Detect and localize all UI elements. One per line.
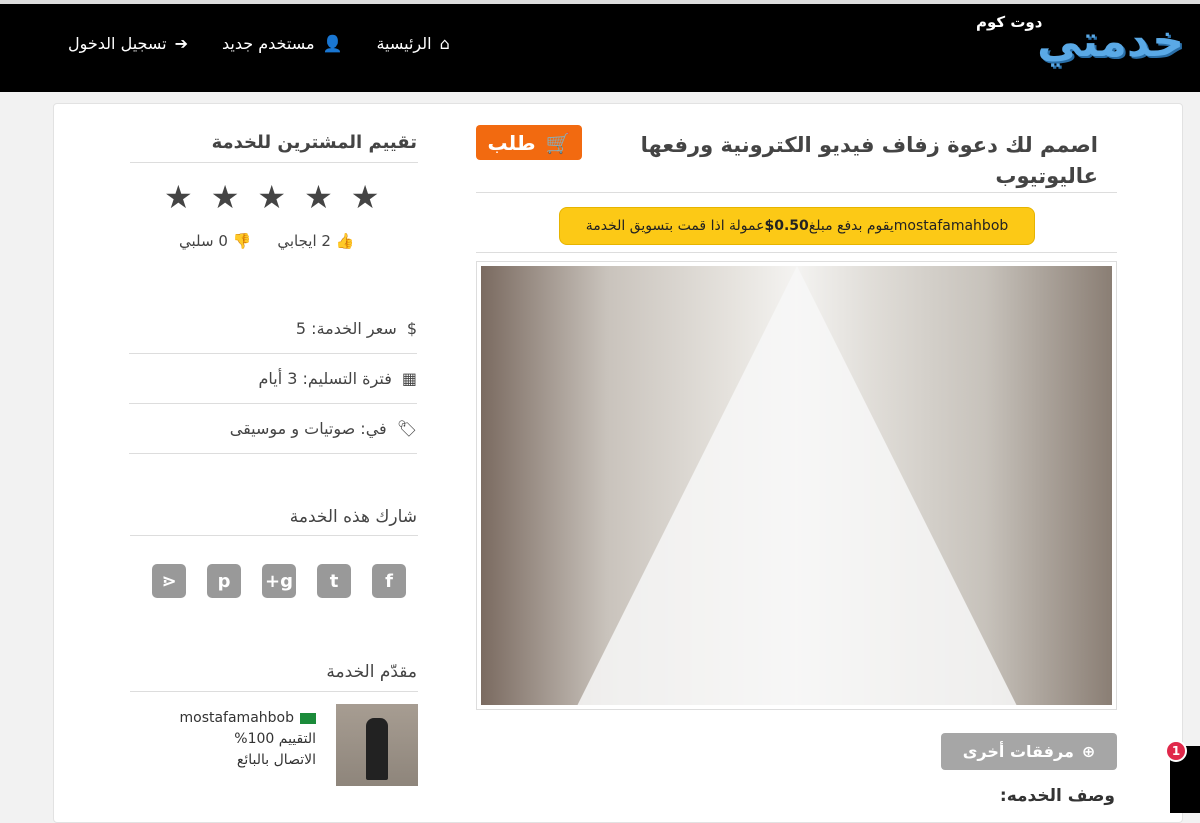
seller-name[interactable]: mostafamahbob (179, 710, 294, 726)
nav-register[interactable]: 👤 مستخدم جديد (222, 34, 342, 53)
provider-title: مقدّم الخدمة (326, 662, 417, 682)
divider (130, 535, 418, 536)
sign-in-icon: ➔ (174, 34, 188, 53)
notification-badge[interactable]: 1 (1165, 740, 1187, 762)
star-icon: ★ (164, 178, 193, 216)
delivery-row: ▦ فترة التسليم: 3 أيام (129, 354, 417, 404)
service-title: اصمم لك دعوة زفاف فيديو الكترونية ورفعها… (640, 133, 1098, 188)
affiliate-banner: mostafamahbob يقوم بدفع مبلغ $0.50 عمولة … (559, 207, 1035, 245)
order-button[interactable]: 🛒 طلب (476, 125, 582, 160)
contact-seller-link[interactable]: الاتصال بالبائع (179, 750, 316, 771)
star-icon: ★ (304, 178, 333, 216)
attachments-button[interactable]: ⊕ مرفقات أخرى (941, 733, 1117, 770)
twitter-icon[interactable]: t (317, 564, 351, 598)
positive-votes: 👍 2 ايجابي (277, 232, 355, 250)
negative-votes: 👎 0 سلبي (179, 232, 252, 250)
divider (476, 252, 1117, 253)
facebook-icon[interactable]: f (372, 564, 406, 598)
google-plus-icon[interactable]: g+ (262, 564, 296, 598)
nav-home[interactable]: ⌂ الرئيسية (376, 34, 449, 53)
share-icon[interactable]: ⋖ (152, 564, 186, 598)
service-card: اصمم لك دعوة زفاف فيديو الكترونية ورفعها… (53, 103, 1183, 823)
download-icon: ⊕ (1081, 742, 1096, 761)
calendar-icon: ▦ (401, 369, 417, 388)
category-row[interactable]: 🏷 في: صوتيات و موسيقى (129, 404, 417, 454)
dollar-icon: $ (406, 319, 417, 338)
rating-title: تقييم المشترين للخدمة (211, 132, 417, 153)
divider (130, 162, 418, 163)
flag-icon (300, 712, 316, 724)
seller-info: mostafamahbob التقييم 100% الاتصال بالبا… (179, 708, 316, 771)
description-heading: وصف الخدمه: (999, 786, 1115, 806)
share-buttons: f t g+ p ⋖ (152, 564, 406, 598)
star-icon: ★ (350, 178, 380, 216)
votes: 👍 2 ايجابي 👎 0 سلبي (179, 232, 354, 250)
site-logo[interactable]: دوت كوم خدمتي (964, 14, 1184, 80)
site-header: دوت كوم خدمتي ➔ تسجيل الدخول 👤 مستخدم جديد … (0, 4, 1200, 92)
cart-icon: 🛒 (545, 130, 571, 155)
nav-login[interactable]: ➔ تسجيل الدخول (68, 34, 188, 53)
service-image (476, 261, 1117, 710)
tag-icon: 🏷 (396, 419, 417, 438)
home-icon: ⌂ (439, 34, 450, 53)
rating-stars: ★ ★ ★ ★ ★ (164, 178, 379, 216)
price-row: $ سعر الخدمة: 5 (129, 304, 417, 354)
seller-avatar[interactable] (336, 704, 418, 786)
share-title: شارك هذه الخدمة (289, 507, 417, 527)
divider (130, 691, 418, 692)
divider (476, 192, 1117, 193)
star-icon: ★ (210, 178, 240, 216)
seller-rating: التقييم 100% (234, 731, 316, 747)
pinterest-icon[interactable]: p (207, 564, 241, 598)
star-icon: ★ (257, 178, 287, 216)
user-icon: 👤 (322, 34, 343, 53)
main-nav: ➔ تسجيل الدخول 👤 مستخدم جديد ⌂ الرئيسية (68, 34, 450, 53)
